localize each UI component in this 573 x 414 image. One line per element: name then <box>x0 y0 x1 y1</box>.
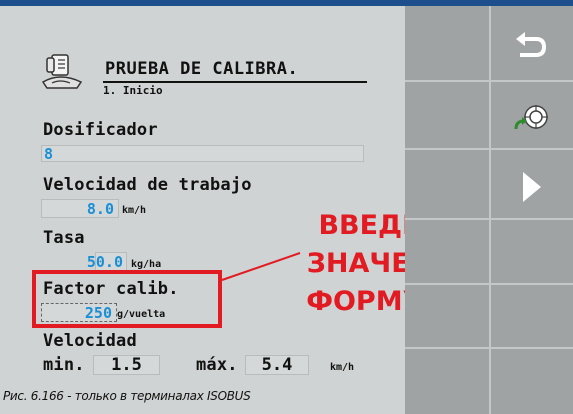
panel-separator <box>405 347 573 349</box>
next-softkey[interactable] <box>491 150 573 224</box>
next-triangle-icon <box>523 172 541 202</box>
back-softkey[interactable] <box>491 8 573 82</box>
panel-separator <box>405 283 573 285</box>
figure-caption: Рис. 6.166 - только в терминалах ISOBUS <box>3 389 251 403</box>
return-arrow-icon <box>516 32 547 57</box>
reset-wheel-icon <box>514 105 548 130</box>
reset-softkey[interactable] <box>491 82 573 156</box>
